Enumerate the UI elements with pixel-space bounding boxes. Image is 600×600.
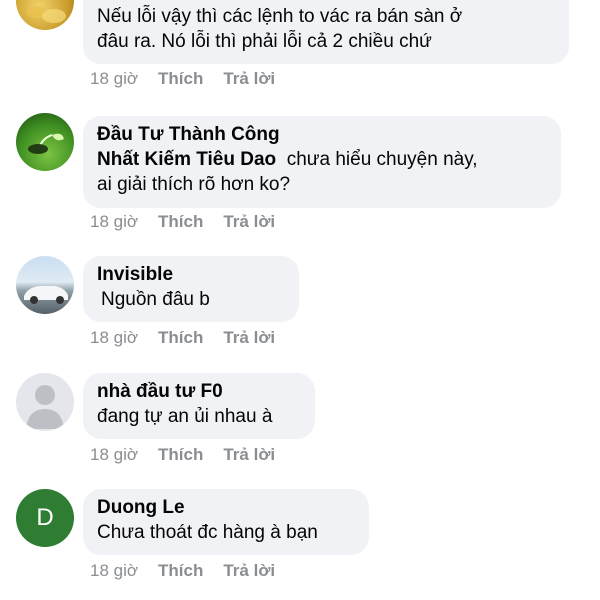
comment-actions: 18 giờ Thích Trả lời: [90, 69, 275, 89]
car-avatar[interactable]: [16, 256, 74, 314]
comment-bubble: nhà đầu tư F0 đang tự an ủi nhau à: [83, 373, 315, 439]
gold-coins-icon: [26, 6, 66, 23]
comment-bubble: Nếu lỗi vậy thì các lệnh to vác ra bán s…: [83, 0, 569, 64]
like-button[interactable]: Thích: [158, 445, 203, 465]
gold-coins-avatar[interactable]: [16, 0, 74, 30]
reply-button[interactable]: Trả lời: [223, 328, 275, 348]
comment-time[interactable]: 18 giờ: [90, 212, 138, 232]
comment-author[interactable]: Duong Le: [97, 495, 355, 520]
comment-actions: 18 giờ Thích Trả lời: [90, 328, 275, 348]
like-button[interactable]: Thích: [158, 212, 203, 232]
like-button[interactable]: Thích: [158, 69, 203, 89]
car-icon: [24, 286, 68, 304]
sprout-avatar[interactable]: [16, 113, 74, 171]
comment-bubble: Invisible Nguồn đâu b: [83, 256, 299, 322]
comment-actions: 18 giờ Thích Trả lời: [90, 445, 275, 465]
comment-time[interactable]: 18 giờ: [90, 445, 138, 465]
user-silhouette-icon: [26, 385, 64, 429]
reply-button[interactable]: Trả lời: [223, 212, 275, 232]
reply-button[interactable]: Trả lời: [223, 445, 275, 465]
letter-avatar[interactable]: D: [16, 489, 74, 547]
comment-text-line: đang tự an ủi nhau à: [97, 406, 273, 427]
comment-text-line: ai giải thích rõ hơn ko?: [97, 174, 291, 195]
comment-time[interactable]: 18 giờ: [90, 69, 138, 89]
mention-tag[interactable]: Nhất Kiếm Tiêu Dao: [97, 149, 276, 170]
avatar-letter: D: [36, 504, 54, 531]
comment-author[interactable]: nhà đầu tư F0: [97, 379, 301, 404]
comment-text-line: Nhất Kiếm Tiêu Dao chưa hiểu chuyện này,: [97, 147, 547, 172]
comment-text-line: đâu ra. Nó lỗi thì phải lỗi cả 2 chiều c…: [97, 31, 432, 52]
like-button[interactable]: Thích: [158, 561, 203, 581]
comment-bubble: Đầu Tư Thành Công Nhất Kiếm Tiêu Dao chư…: [83, 116, 561, 208]
comment-text-line: Nếu lỗi vậy thì các lệnh to vác ra bán s…: [97, 6, 463, 27]
comment-text-line: Nguồn đâu b: [101, 289, 210, 310]
comment-author[interactable]: Invisible: [97, 262, 285, 287]
sprout-icon: [28, 133, 64, 154]
reply-button[interactable]: Trả lời: [223, 561, 275, 581]
comment-bubble: Duong Le Chưa thoát đc hàng à bạn: [83, 489, 369, 555]
comment-text: chưa hiểu chuyện này,: [286, 149, 478, 170]
default-user-avatar[interactable]: [16, 373, 74, 431]
comment-actions: 18 giờ Thích Trả lời: [90, 561, 275, 581]
comment-actions: 18 giờ Thích Trả lời: [90, 212, 275, 232]
comment-time[interactable]: 18 giờ: [90, 561, 138, 581]
reply-button[interactable]: Trả lời: [223, 69, 275, 89]
like-button[interactable]: Thích: [158, 328, 203, 348]
comment-author[interactable]: Đầu Tư Thành Công: [97, 122, 547, 147]
comment-time[interactable]: 18 giờ: [90, 328, 138, 348]
comment-text-line: Chưa thoát đc hàng à bạn: [97, 522, 318, 543]
